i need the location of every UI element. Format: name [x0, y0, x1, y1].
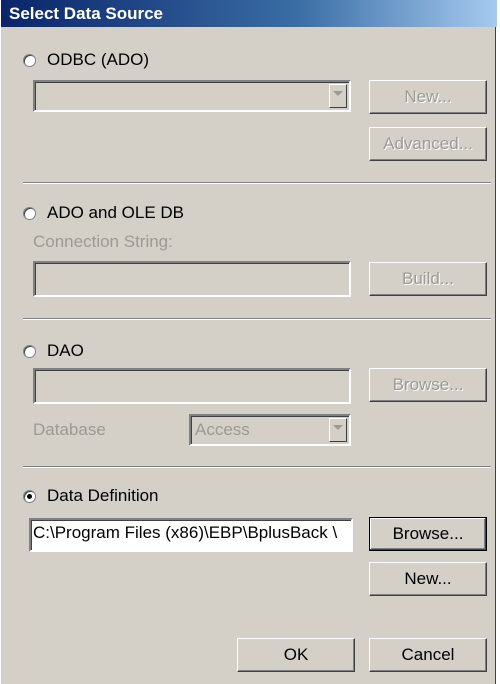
- section-divider: [23, 466, 491, 468]
- odbc-dsn-dropdown[interactable]: [33, 80, 351, 112]
- section-divider: [23, 318, 491, 320]
- dao-radio[interactable]: [23, 345, 36, 358]
- odbc-advanced-button[interactable]: Advanced...: [369, 127, 487, 161]
- chevron-down-icon[interactable]: [329, 418, 347, 442]
- connection-string-label: Connection String:: [33, 232, 173, 251]
- database-type-dropdown[interactable]: Access: [189, 414, 351, 446]
- data-definition-new-button[interactable]: New...: [369, 562, 487, 596]
- data-definition-path-value: C:\Program Files (x86)\EBP\BplusBack \: [33, 523, 338, 542]
- ado-radio[interactable]: [23, 207, 36, 220]
- connection-string-input[interactable]: [33, 261, 351, 297]
- data-definition-label[interactable]: Data Definition: [47, 486, 159, 506]
- cancel-button[interactable]: Cancel: [369, 638, 487, 672]
- dao-database-path-input[interactable]: [33, 368, 351, 404]
- odbc-radio[interactable]: [23, 54, 36, 67]
- dao-browse-button[interactable]: Browse...: [369, 368, 487, 402]
- ado-build-button[interactable]: Build...: [369, 262, 487, 296]
- data-definition-path-input[interactable]: C:\Program Files (x86)\EBP\BplusBack \: [29, 518, 353, 552]
- radio-selected-dot: [27, 494, 32, 499]
- database-type-label: Database: [33, 420, 106, 439]
- chevron-down-icon[interactable]: [329, 84, 347, 108]
- section-divider: [23, 182, 491, 184]
- dialog-title: Select Data Source: [1, 0, 497, 27]
- dao-label[interactable]: DAO: [47, 341, 84, 361]
- data-definition-browse-button[interactable]: Browse...: [369, 517, 487, 551]
- odbc-label[interactable]: ODBC (ADO): [47, 50, 149, 70]
- data-definition-radio[interactable]: [23, 490, 36, 503]
- ok-button[interactable]: OK: [237, 638, 355, 672]
- ado-label[interactable]: ADO and OLE DB: [47, 203, 184, 223]
- odbc-new-button[interactable]: New...: [369, 80, 487, 114]
- select-data-source-dialog: Select Data Source ODBC (ADO) New... Adv…: [0, 0, 497, 684]
- database-type-value: Access: [195, 420, 250, 439]
